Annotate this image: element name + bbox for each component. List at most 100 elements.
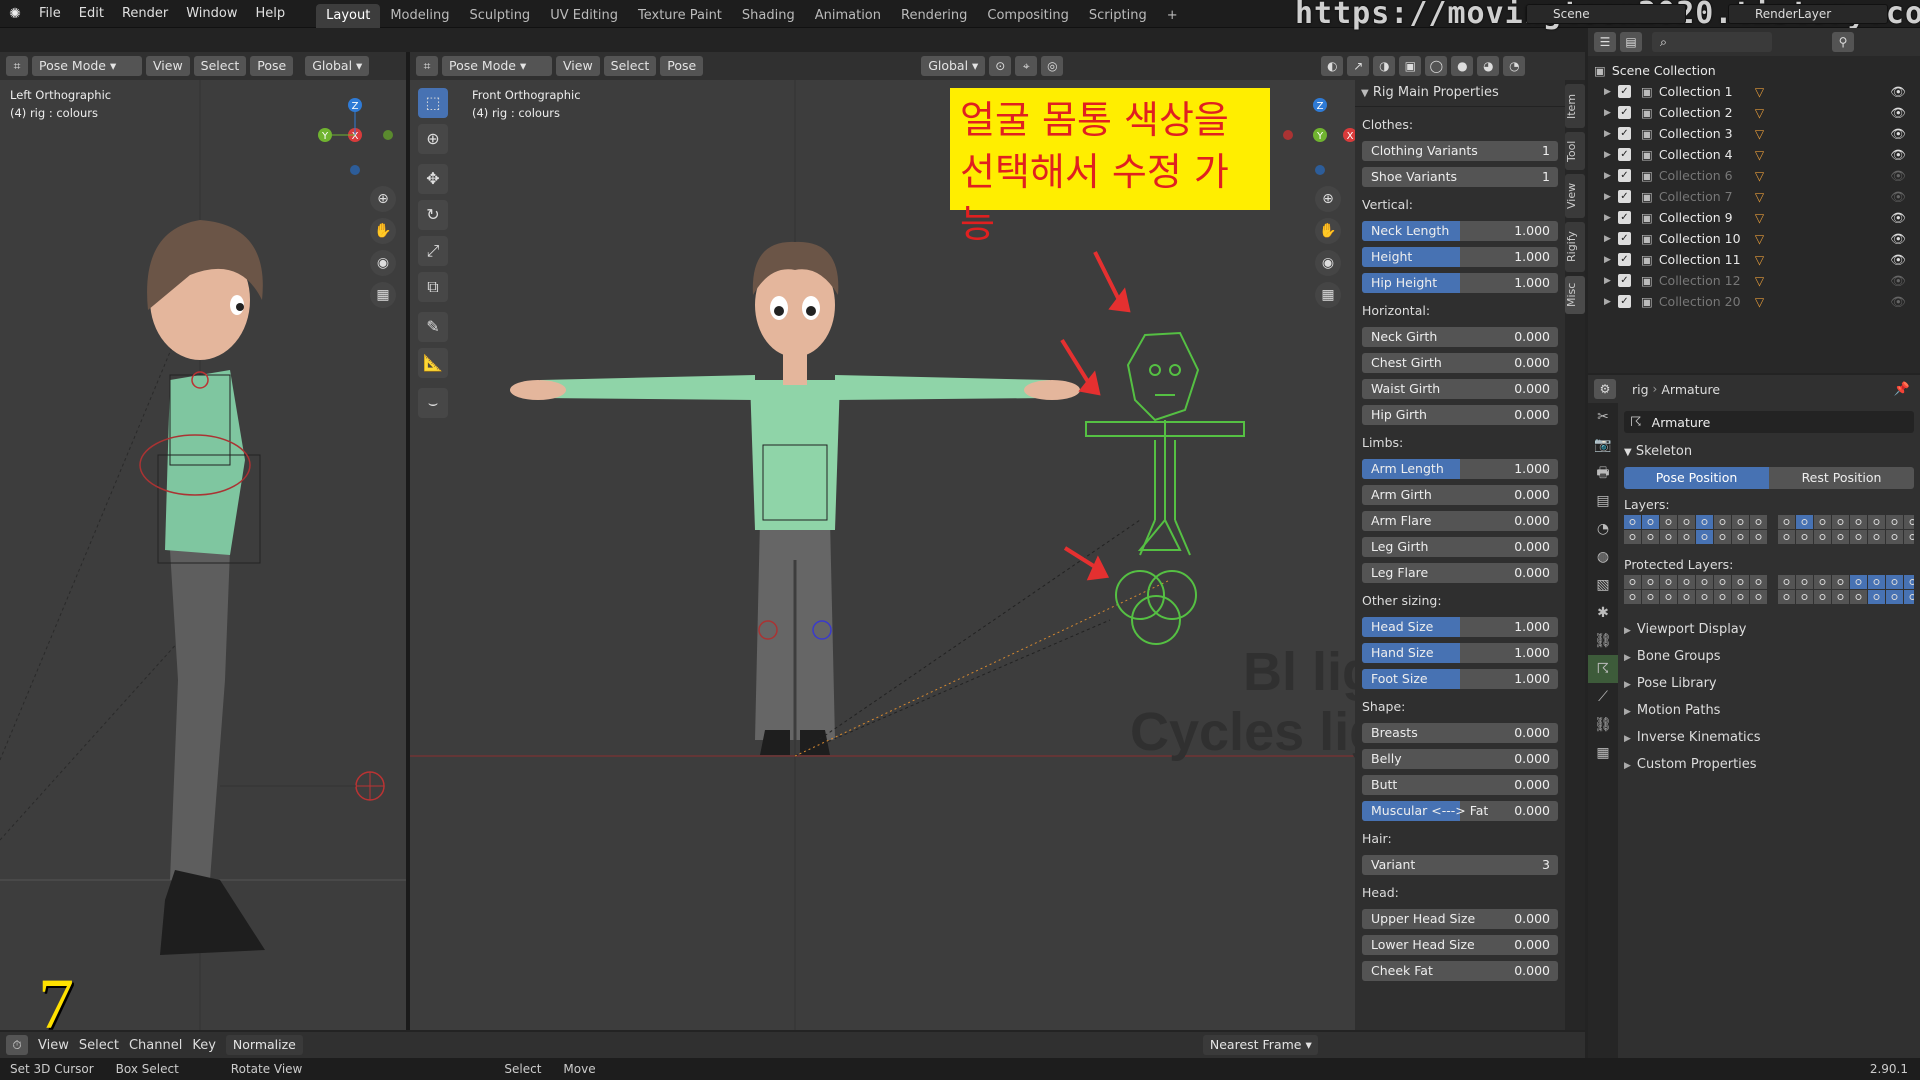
property-slider[interactable]: Neck Length 1.000 bbox=[1362, 221, 1558, 241]
exclude-checkbox[interactable]: ✓ bbox=[1618, 274, 1631, 287]
layer-toggle[interactable] bbox=[1832, 575, 1849, 589]
layer-toggle[interactable] bbox=[1850, 515, 1867, 529]
bone-tab-icon[interactable]: ⟋ bbox=[1588, 683, 1618, 711]
scene-tab-icon[interactable]: ◔ bbox=[1588, 515, 1618, 543]
layer-toggle[interactable] bbox=[1886, 590, 1903, 604]
property-slider[interactable]: Belly 0.000 bbox=[1362, 749, 1558, 769]
timeline-select-menu[interactable]: Select bbox=[79, 1038, 119, 1053]
exclude-checkbox[interactable]: ✓ bbox=[1618, 127, 1631, 140]
zoom-icon[interactable]: ⊕ bbox=[370, 186, 396, 212]
timeline-channel-menu[interactable]: Channel bbox=[129, 1038, 182, 1053]
layer-toggle[interactable] bbox=[1660, 575, 1677, 589]
editor-type-icon[interactable]: ⌗ bbox=[416, 56, 438, 76]
annotate-tool[interactable]: ✎ bbox=[418, 312, 448, 342]
view-menu[interactable]: View bbox=[556, 56, 600, 76]
layer-toggle[interactable] bbox=[1714, 515, 1731, 529]
property-slider[interactable]: Arm Girth 0.000 bbox=[1362, 485, 1558, 505]
layer-toggle[interactable] bbox=[1832, 515, 1849, 529]
outliner-collection-row[interactable]: ▶ ✓ ▣ Collection 7 ▽ 👁 bbox=[1594, 186, 1914, 207]
property-slider[interactable]: Foot Size 1.000 bbox=[1362, 669, 1558, 689]
scene-selector[interactable]: Scene bbox=[1526, 4, 1686, 24]
editor-type-icon[interactable]: ⌗ bbox=[6, 56, 28, 76]
property-slider[interactable]: Chest Girth 0.000 bbox=[1362, 353, 1558, 373]
layer-toggle[interactable] bbox=[1714, 575, 1731, 589]
rest-position-button[interactable]: Rest Position bbox=[1769, 467, 1914, 489]
scene-collection-row[interactable]: ▣ Scene Collection bbox=[1594, 60, 1914, 81]
pose-menu[interactable]: Pose bbox=[660, 56, 704, 76]
layer-toggle[interactable] bbox=[1660, 530, 1677, 544]
layer-toggle[interactable] bbox=[1778, 530, 1795, 544]
timeline-key-menu[interactable]: Key bbox=[192, 1038, 216, 1053]
skeleton-panel-header[interactable]: ▼ Skeleton bbox=[1624, 439, 1914, 465]
expand-arrow-icon[interactable]: ▶ bbox=[1604, 129, 1618, 139]
armature-data-tab-icon[interactable]: ☈ bbox=[1588, 655, 1618, 683]
eye-icon[interactable]: 👁 bbox=[1890, 189, 1906, 205]
panel-header[interactable]: ▶ Pose Library bbox=[1624, 671, 1914, 698]
outliner-collection-row[interactable]: ▶ ✓ ▣ Collection 11 ▽ 👁 bbox=[1594, 249, 1914, 270]
tool-tab-icon[interactable]: ✂ bbox=[1588, 403, 1618, 431]
world-tab-icon[interactable]: ◍ bbox=[1588, 543, 1618, 571]
layer-toggle[interactable] bbox=[1778, 515, 1795, 529]
layer-toggle[interactable] bbox=[1678, 515, 1695, 529]
zoom-icon[interactable]: ⊕ bbox=[1315, 186, 1341, 212]
property-slider[interactable]: Leg Girth 0.000 bbox=[1362, 537, 1558, 557]
transform-orientation-dropdown[interactable]: Global ▾ bbox=[305, 56, 370, 76]
outliner-collection-row[interactable]: ▶ ✓ ▣ Collection 3 ▽ 👁 bbox=[1594, 123, 1914, 144]
pan-hand-icon[interactable]: ✋ bbox=[1315, 218, 1341, 244]
outliner-collection-row[interactable]: ▶ ✓ ▣ Collection 12 ▽ 👁 bbox=[1594, 270, 1914, 291]
measure-tool[interactable]: 📐 bbox=[418, 348, 448, 378]
outliner-collection-row[interactable]: ▶ ✓ ▣ Collection 9 ▽ 👁 bbox=[1594, 207, 1914, 228]
layer-toggle[interactable] bbox=[1796, 530, 1813, 544]
outliner-collection-row[interactable]: ▶ ✓ ▣ Collection 1 ▽ 👁 bbox=[1594, 81, 1914, 102]
tab-layout[interactable]: Layout bbox=[316, 3, 381, 28]
layer-toggle[interactable] bbox=[1696, 590, 1713, 604]
layer-toggle[interactable] bbox=[1832, 590, 1849, 604]
view-layer-selector[interactable]: RenderLayer bbox=[1728, 4, 1888, 24]
object-tab-icon[interactable]: ▧ bbox=[1588, 571, 1618, 599]
layer-toggle[interactable] bbox=[1886, 530, 1903, 544]
menu-help[interactable]: Help bbox=[247, 0, 295, 28]
navigation-gizmo[interactable]: Z Y X bbox=[310, 88, 400, 178]
layer-toggle[interactable] bbox=[1850, 575, 1867, 589]
layer-toggle[interactable] bbox=[1732, 530, 1749, 544]
editor-type-icon[interactable]: ☰ bbox=[1594, 32, 1616, 52]
layer-toggle[interactable] bbox=[1868, 575, 1885, 589]
pin-icon[interactable]: 📌 bbox=[1894, 382, 1910, 397]
layer-toggle[interactable] bbox=[1796, 575, 1813, 589]
tab-view[interactable]: View bbox=[1565, 174, 1585, 218]
tab-modeling[interactable]: Modeling bbox=[380, 4, 459, 28]
move-tool[interactable]: ✥ bbox=[418, 164, 448, 194]
property-slider[interactable]: Clothing Variants 1 bbox=[1362, 141, 1558, 161]
tab-rendering[interactable]: Rendering bbox=[891, 4, 977, 28]
layer-toggle[interactable] bbox=[1678, 590, 1695, 604]
eye-icon[interactable]: 👁 bbox=[1890, 294, 1906, 310]
layer-toggle[interactable] bbox=[1696, 515, 1713, 529]
layer-toggle[interactable] bbox=[1904, 530, 1920, 544]
tab-scripting[interactable]: Scripting bbox=[1079, 4, 1157, 28]
layer-toggle[interactable] bbox=[1624, 590, 1641, 604]
panel-header[interactable]: ▶ Viewport Display bbox=[1624, 617, 1914, 644]
expand-arrow-icon[interactable]: ▶ bbox=[1604, 87, 1618, 97]
eye-icon[interactable]: 👁 bbox=[1890, 168, 1906, 184]
layer-toggle[interactable] bbox=[1778, 575, 1795, 589]
exclude-checkbox[interactable]: ✓ bbox=[1618, 253, 1631, 266]
layer-toggle[interactable] bbox=[1904, 515, 1920, 529]
tab-compositing[interactable]: Compositing bbox=[977, 4, 1079, 28]
property-slider[interactable]: Arm Flare 0.000 bbox=[1362, 511, 1558, 531]
layer-toggle[interactable] bbox=[1732, 575, 1749, 589]
layer-toggle[interactable] bbox=[1660, 590, 1677, 604]
layer-toggle[interactable] bbox=[1642, 590, 1659, 604]
tab-item[interactable]: Item bbox=[1565, 84, 1585, 128]
interpolation-dropdown[interactable]: Nearest Frame ▾ bbox=[1202, 1035, 1318, 1055]
exclude-checkbox[interactable]: ✓ bbox=[1618, 190, 1631, 203]
property-slider[interactable]: Neck Girth 0.000 bbox=[1362, 327, 1558, 347]
mode-dropdown[interactable]: Pose Mode ▾ bbox=[442, 56, 552, 76]
eye-icon[interactable]: 👁 bbox=[1890, 84, 1906, 100]
output-tab-icon[interactable]: 🖶 bbox=[1588, 459, 1618, 487]
select-box-tool[interactable]: ⬚ bbox=[418, 88, 448, 118]
layer-toggle[interactable] bbox=[1714, 590, 1731, 604]
bone-tool[interactable]: ⌣ bbox=[418, 388, 448, 418]
property-slider[interactable]: Upper Head Size 0.000 bbox=[1362, 909, 1558, 929]
panel-header[interactable]: ▶ Bone Groups bbox=[1624, 644, 1914, 671]
menu-file[interactable]: File bbox=[30, 0, 70, 28]
